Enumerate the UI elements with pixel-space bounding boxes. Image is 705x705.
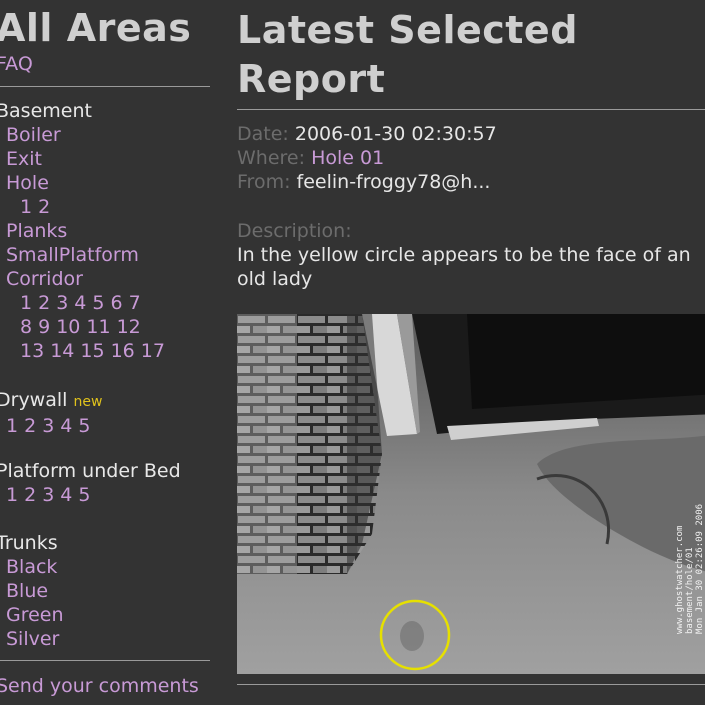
description-label: Description:: [237, 220, 352, 242]
camera-link[interactable]: 1: [6, 484, 18, 506]
corridor-camera-list: 13 14 15 16 17: [0, 339, 171, 363]
trunks-section: Trunks Black Blue Green Silver: [0, 531, 64, 651]
camera-link[interactable]: 5: [78, 484, 90, 506]
camera-link[interactable]: 17: [141, 340, 165, 362]
camera-link[interactable]: 2: [38, 196, 50, 218]
camera-link[interactable]: 16: [111, 340, 135, 362]
camera-link[interactable]: 11: [86, 316, 110, 338]
camera-link[interactable]: 8: [20, 316, 32, 338]
camera-link[interactable]: 14: [50, 340, 74, 362]
drywall-section: Drywall new 12345: [0, 388, 102, 438]
camera-link[interactable]: 3: [56, 292, 68, 314]
camera-link[interactable]: 13: [20, 340, 44, 362]
corridor-camera-list: 1234567: [0, 291, 171, 315]
camera-link[interactable]: 2: [38, 292, 50, 314]
camera-link[interactable]: 10: [56, 316, 80, 338]
trunks-header: Trunks: [0, 532, 58, 554]
camera-link[interactable]: 3: [42, 484, 54, 506]
new-badge: new: [73, 394, 103, 410]
camera-link[interactable]: 2: [24, 484, 36, 506]
drywall-header: Drywall: [0, 389, 68, 411]
trunk-black-link[interactable]: Black: [6, 556, 57, 578]
camera-snapshot[interactable]: www.ghostwatcher.com basement/hole/01 Mo…: [237, 314, 705, 674]
camera-link[interactable]: 4: [60, 415, 72, 437]
page: All Areas FAQ Basement Boiler Exit Hole …: [0, 0, 705, 705]
area-planks-link[interactable]: Planks: [6, 220, 67, 242]
camera-link[interactable]: 3: [42, 415, 54, 437]
divider: [237, 109, 705, 110]
divider: [237, 684, 705, 685]
snapshot-image: [237, 314, 705, 674]
area-corridor-link[interactable]: Corridor: [6, 268, 83, 290]
area-hole-link[interactable]: Hole: [6, 172, 49, 194]
trunk-silver-link[interactable]: Silver: [6, 628, 59, 650]
description-text: In the yellow circle appears to be the f…: [237, 244, 691, 290]
camera-link[interactable]: 1: [6, 415, 18, 437]
camera-link[interactable]: 1: [20, 292, 32, 314]
date-value: 2006-01-30 02:30:57: [294, 123, 497, 145]
area-smallplatform-link[interactable]: SmallPlatform: [6, 244, 139, 266]
camera-link[interactable]: 6: [110, 292, 122, 314]
where-link[interactable]: Hole 01: [311, 147, 384, 169]
camera-link[interactable]: 4: [74, 292, 86, 314]
areas-title: All Areas: [0, 6, 192, 50]
divider: [0, 660, 210, 661]
hole-camera-list: 12: [0, 195, 171, 219]
drywall-camera-list: 12345: [0, 414, 102, 438]
platform-section: Platform under Bed 12345: [0, 459, 181, 507]
report-date: Date: 2006-01-30 02:30:57: [237, 123, 497, 145]
report-from: From: feelin-froggy78@h...: [237, 171, 491, 193]
camera-link[interactable]: 5: [92, 292, 104, 314]
camera-link[interactable]: 2: [24, 415, 36, 437]
camera-link[interactable]: 4: [60, 484, 72, 506]
camera-link[interactable]: 7: [129, 292, 141, 314]
basement-header: Basement: [0, 100, 92, 122]
report-title: Latest Selected Report: [237, 8, 578, 101]
report-where: Where: Hole 01: [237, 147, 385, 169]
trunk-blue-link[interactable]: Blue: [6, 580, 48, 602]
from-value: feelin-froggy78@h...: [296, 171, 491, 193]
send-comments-link[interactable]: Send your comments: [0, 675, 199, 697]
area-exit-link[interactable]: Exit: [6, 148, 42, 170]
camera-link[interactable]: 12: [117, 316, 141, 338]
camera-link[interactable]: 9: [38, 316, 50, 338]
corridor-camera-list: 8 9 10 11 12: [0, 315, 171, 339]
divider: [0, 86, 210, 87]
trunk-green-link[interactable]: Green: [6, 604, 64, 626]
area-boiler-link[interactable]: Boiler: [6, 124, 61, 146]
faq-link[interactable]: FAQ: [0, 53, 33, 75]
camera-link[interactable]: 1: [20, 196, 32, 218]
platform-camera-list: 12345: [0, 483, 181, 507]
platform-header: Platform under Bed: [0, 460, 181, 482]
camera-link[interactable]: 15: [80, 340, 104, 362]
snapshot-timestamp: www.ghostwatcher.com basement/hole/01 Mo…: [675, 503, 705, 634]
camera-link[interactable]: 5: [78, 415, 90, 437]
basement-section: Basement Boiler Exit Hole 12 Planks Smal…: [0, 99, 171, 363]
